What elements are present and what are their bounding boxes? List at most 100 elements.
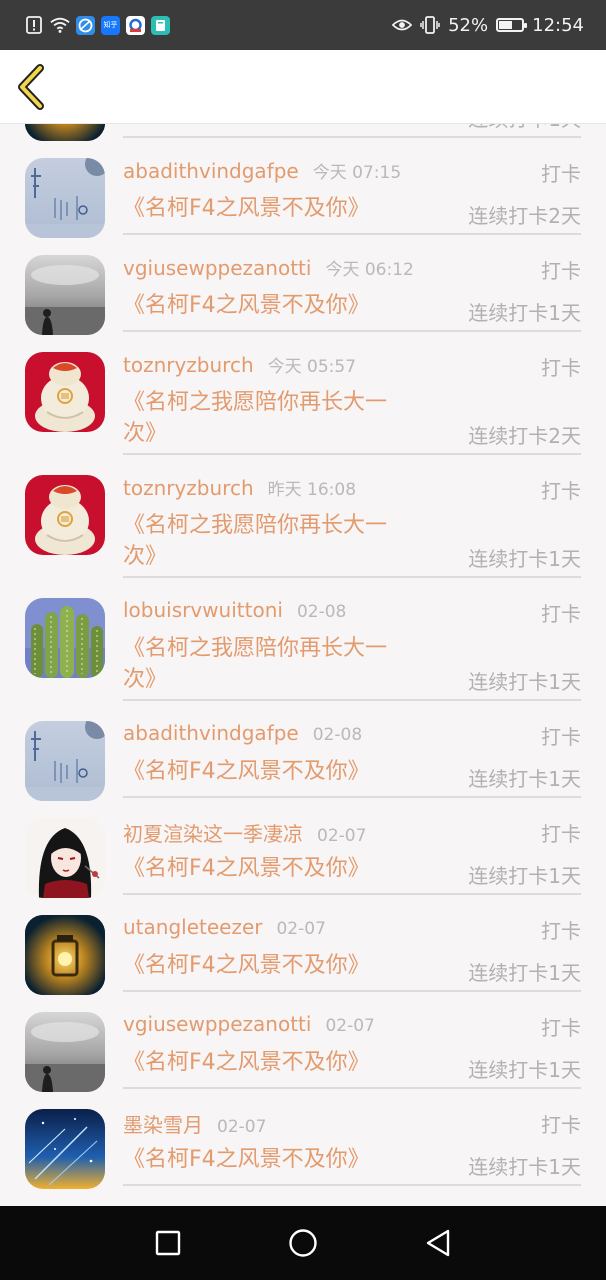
- user-name[interactable]: abadithvindgafpe 今天 07:15: [123, 158, 401, 183]
- book-title[interactable]: 《名柯F4之风景不及你》: [123, 290, 413, 321]
- checkin-action-label: 打卡: [541, 1016, 581, 1040]
- checkin-row-body: utangleteezer 02-07 打卡《名柯F4之风景不及你》 连续打卡1天: [123, 895, 581, 992]
- streak-label: 连续打卡1天: [468, 547, 581, 571]
- streak-label: 连续打卡1天: [468, 1058, 581, 1082]
- user-name-text: 初夏渲染这一季凄凉: [123, 822, 303, 846]
- streak-label: 连续打卡2天: [468, 204, 581, 228]
- book-title[interactable]: 《名柯F4之风景不及你》: [123, 124, 413, 127]
- user-name-text: 墨染雪月: [123, 1113, 203, 1137]
- checkin-action-label: 打卡: [541, 602, 581, 626]
- eye-comfort-icon: [392, 15, 413, 35]
- user-name[interactable]: utangleteezer 02-07: [123, 915, 326, 939]
- vibrate-icon: [420, 15, 440, 35]
- checkin-row[interactable]: abadithvindgafpe 今天 07:15 打卡《名柯F4之风景不及你》 连续…: [0, 138, 606, 238]
- checkin-row[interactable]: toznryzburch 昨天 16:08 打卡 《名柯之我愿陪你再长大一次》 连续打卡…: [0, 455, 606, 578]
- chevron-left-icon: [18, 64, 44, 110]
- checkin-time: 今天 06:12: [325, 260, 414, 280]
- streak-label: 连续打卡2天: [468, 424, 581, 448]
- user-name[interactable]: 初夏渲染这一季凄凉 02-07: [123, 818, 366, 847]
- user-name-text: lobuisrvwuittoni: [123, 598, 283, 622]
- streak-label: 连续打卡1天: [468, 864, 581, 888]
- avatar[interactable]: [25, 598, 105, 678]
- notification-icons: 知乎: [24, 15, 170, 35]
- checkin-action-label: 打卡: [541, 356, 581, 380]
- checkin-action-label: 打卡: [541, 1113, 581, 1137]
- checkin-row-body: 初夏渲染这一季凄凉 02-07 打卡 《名柯F4之风景不及你》 连续打卡1天: [123, 798, 581, 895]
- checkin-row-body: abadithvindgafpe 02-08 打卡 《名柯F4之风景不及你》 连续打卡1…: [123, 701, 581, 798]
- battery-percent: 52%: [448, 14, 489, 36]
- user-name[interactable]: vgiusewppezanotti 02-07: [123, 1012, 375, 1036]
- checkin-time: 今天 07:15: [312, 163, 402, 183]
- streak-label: 连续打卡1天: [468, 124, 581, 132]
- avatar[interactable]: [25, 818, 105, 898]
- checkin-action-label: 打卡: [541, 725, 581, 749]
- checkin-row-body: vgiusewppezanotti 02-07 打卡《名柯F4之风景不及你》 连续打卡…: [123, 992, 581, 1089]
- checkin-time: 昨天 16:08: [267, 480, 357, 500]
- alert-icon: [24, 15, 44, 35]
- streak-label: 连续打卡1天: [468, 961, 581, 985]
- avatar[interactable]: [25, 352, 105, 432]
- triangle-back-icon: [427, 1229, 450, 1257]
- avatar[interactable]: [25, 1012, 105, 1092]
- user-name-text: abadithvindgafpe: [123, 159, 299, 183]
- checkin-time: 02-08: [296, 602, 347, 622]
- back-nav-button[interactable]: [418, 1223, 458, 1263]
- circle-icon: [289, 1229, 317, 1257]
- navigation-bar: [0, 1206, 606, 1280]
- checkin-row[interactable]: utangleteezer 02-07 打卡《名柯F4之风景不及你》 连续打卡1天: [0, 895, 606, 995]
- user-name-text: vgiusewppezanotti: [123, 1012, 312, 1036]
- checkin-row-body: toznryzburch 昨天 16:08 打卡 《名柯之我愿陪你再长大一次》 连续打卡…: [123, 455, 581, 578]
- battery-fill: [499, 21, 512, 29]
- checkin-row-body: 《名柯F4之风景不及你》 连续打卡1天: [123, 124, 581, 138]
- home-button[interactable]: [283, 1223, 323, 1263]
- wifi-icon: [50, 15, 70, 35]
- avatar[interactable]: [25, 255, 105, 335]
- user-name-text: utangleteezer: [123, 915, 263, 939]
- checkin-list[interactable]: 《名柯F4之风景不及你》连续打卡1天abadithvindgafpe今天 07:…: [0, 124, 606, 1206]
- avatar[interactable]: [25, 915, 105, 995]
- avatar[interactable]: [25, 158, 105, 238]
- app-header: [0, 50, 606, 124]
- user-name[interactable]: 墨染雪月 02-07: [123, 1109, 266, 1138]
- user-name[interactable]: toznryzburch 今天 05:57: [123, 352, 356, 377]
- avatar[interactable]: [25, 475, 105, 555]
- book-title[interactable]: 《名柯之我愿陪你再长大一次》: [123, 510, 413, 572]
- qq-browser-app-icon: [126, 15, 145, 35]
- checkin-row-body: vgiusewppezanotti 今天 06:12 打卡 《名柯F4之风景不及你》 连…: [123, 235, 581, 332]
- checkin-row-body: 墨染雪月 02-07 打卡 《名柯F4之风景不及你》 连续打卡1天: [123, 1089, 581, 1186]
- book-title[interactable]: 《名柯F4之风景不及你》: [123, 1047, 413, 1078]
- book-title[interactable]: 《名柯F4之风景不及你》: [123, 950, 413, 981]
- zhihu-label: 知乎: [103, 21, 118, 29]
- recents-button[interactable]: [148, 1223, 188, 1263]
- user-name[interactable]: toznryzburch 昨天 16:08: [123, 475, 356, 500]
- checkin-row[interactable]: vgiusewppezanotti 02-07 打卡《名柯F4之风景不及你》 连续打卡…: [0, 992, 606, 1092]
- user-name-text: abadithvindgafpe: [123, 721, 299, 745]
- checkin-row[interactable]: toznryzburch 今天 05:57 打卡《名柯之我愿陪你再长大一次》连续打卡…: [0, 332, 606, 455]
- checkin-action-label: 打卡: [541, 919, 581, 943]
- checkin-row[interactable]: abadithvindgafpe 02-08 打卡 《名柯F4之风景不及你》 连续打卡1…: [0, 701, 606, 801]
- book-title[interactable]: 《名柯之我愿陪你再长大一次》: [123, 633, 413, 695]
- browser-app-icon: [76, 15, 95, 35]
- back-button[interactable]: [14, 64, 54, 110]
- clock: 12:54: [532, 14, 584, 36]
- checkin-action-label: 打卡: [541, 162, 581, 186]
- avatar[interactable]: [25, 721, 105, 801]
- book-title[interactable]: 《名柯F4之风景不及你》: [123, 853, 413, 884]
- book-title[interactable]: 《名柯之我愿陪你再长大一次》: [123, 387, 413, 449]
- avatar[interactable]: [25, 1109, 105, 1189]
- checkin-row[interactable]: 初夏渲染这一季凄凉 02-07 打卡 《名柯F4之风景不及你》 连续打卡1天: [0, 798, 606, 898]
- checkin-row[interactable]: 《名柯F4之风景不及你》 连续打卡1天: [0, 124, 606, 141]
- book-title[interactable]: 《名柯F4之风景不及你》: [123, 1144, 413, 1175]
- zhihu-app-icon: 知乎: [101, 15, 120, 35]
- checkin-row[interactable]: vgiusewppezanotti 今天 06:12 打卡 《名柯F4之风景不及你》 连…: [0, 235, 606, 335]
- book-app-icon: [151, 15, 170, 35]
- user-name[interactable]: abadithvindgafpe 02-08: [123, 721, 362, 745]
- checkin-row[interactable]: lobuisrvwuittoni 02-08 打卡 《名柯之我愿陪你再长大一次》 连续打…: [0, 578, 606, 701]
- checkin-time: 02-07: [325, 1016, 375, 1036]
- book-title[interactable]: 《名柯F4之风景不及你》: [123, 756, 413, 787]
- user-name[interactable]: lobuisrvwuittoni 02-08: [123, 598, 346, 622]
- user-name[interactable]: vgiusewppezanotti 今天 06:12: [123, 255, 414, 280]
- book-title[interactable]: 《名柯F4之风景不及你》: [123, 193, 413, 224]
- checkin-row[interactable]: 墨染雪月 02-07 打卡 《名柯F4之风景不及你》 连续打卡1天: [0, 1089, 606, 1189]
- checkin-time: 02-07: [276, 919, 326, 939]
